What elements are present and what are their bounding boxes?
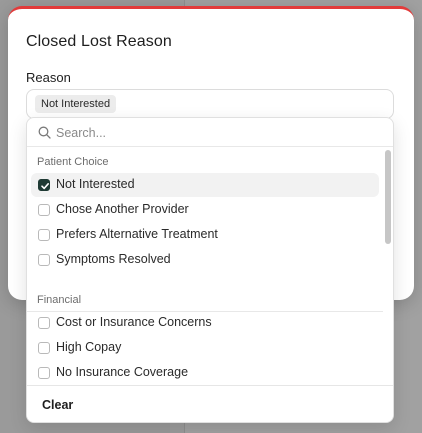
scrollbar-thumb[interactable] (385, 150, 391, 244)
option-label: Symptoms Resolved (56, 252, 171, 266)
reason-select[interactable]: Not Interested (26, 89, 394, 119)
option-prefers-alternative-treatment[interactable]: Prefers Alternative Treatment (31, 223, 379, 247)
modal-title: Closed Lost Reason (26, 33, 172, 50)
option-label: Chose Another Provider (56, 202, 189, 216)
option-high-copay[interactable]: High Copay (31, 336, 379, 360)
option-label: High Copay (56, 340, 122, 354)
clear-button[interactable]: Clear (42, 398, 73, 412)
checkbox[interactable] (38, 367, 50, 379)
checkbox[interactable] (38, 317, 50, 329)
option-not-interested[interactable]: Not Interested (31, 173, 379, 197)
options-list[interactable]: Patient Choice Not Interested Chose Anot… (27, 148, 383, 384)
checkbox[interactable] (38, 204, 50, 216)
check-icon (41, 182, 49, 190)
option-label: Not Interested (56, 177, 135, 191)
option-symptoms-resolved[interactable]: Symptoms Resolved (31, 248, 379, 272)
checkbox[interactable] (38, 229, 50, 241)
option-chose-another-provider[interactable]: Chose Another Provider (31, 198, 379, 222)
option-label: Prefers Alternative Treatment (56, 227, 218, 241)
option-label: Cost or Insurance Concerns (56, 315, 212, 329)
reason-dropdown: Patient Choice Not Interested Chose Anot… (26, 117, 394, 423)
checkbox-checked[interactable] (38, 179, 50, 191)
selected-reason-chip[interactable]: Not Interested (35, 95, 117, 113)
group-heading-financial: Financial (37, 294, 82, 306)
reason-field-label: Reason (26, 70, 71, 85)
group-heading-patient-choice: Patient Choice (37, 156, 109, 168)
option-cost-or-insurance-concerns[interactable]: Cost or Insurance Concerns (31, 311, 379, 335)
option-label: No Insurance Coverage (56, 365, 189, 379)
scrollbar[interactable] (385, 150, 391, 384)
option-no-insurance-coverage[interactable]: No Insurance Coverage (31, 361, 379, 385)
checkbox[interactable] (38, 342, 50, 354)
dropdown-footer: Clear (27, 385, 393, 422)
search-row (27, 118, 393, 147)
checkbox[interactable] (38, 254, 50, 266)
search-input[interactable] (56, 123, 376, 143)
search-icon (38, 126, 51, 139)
